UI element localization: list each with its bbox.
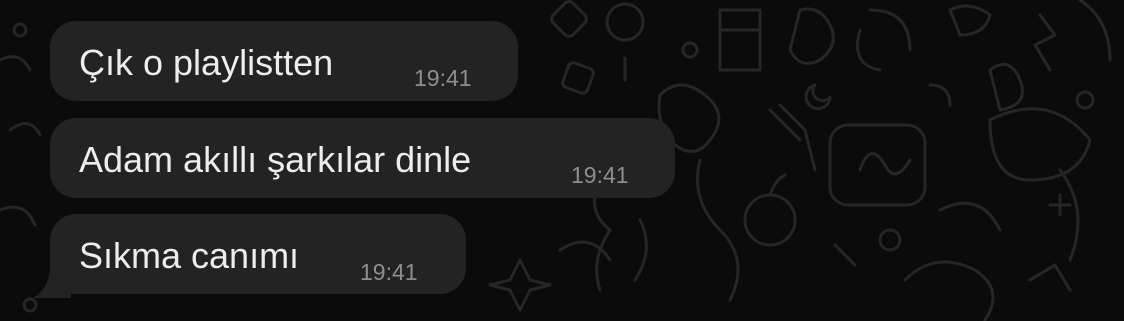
message-timestamp: 19:41 [414, 65, 472, 91]
message-timestamp: 19:41 [571, 162, 629, 188]
message-timestamp: 19:41 [360, 259, 418, 285]
message-text: Sıkma canımı [79, 235, 300, 276]
message-bubble[interactable]: Sıkma canımı 19:41 [50, 214, 466, 294]
message-bubble[interactable]: Adam akıllı şarkılar dinle 19:41 [50, 118, 675, 198]
message-bubble[interactable]: Çık o playlistten 19:41 [50, 21, 518, 101]
message-text: Adam akıllı şarkılar dinle [79, 139, 472, 180]
message-text: Çık o playlistten [79, 42, 334, 83]
